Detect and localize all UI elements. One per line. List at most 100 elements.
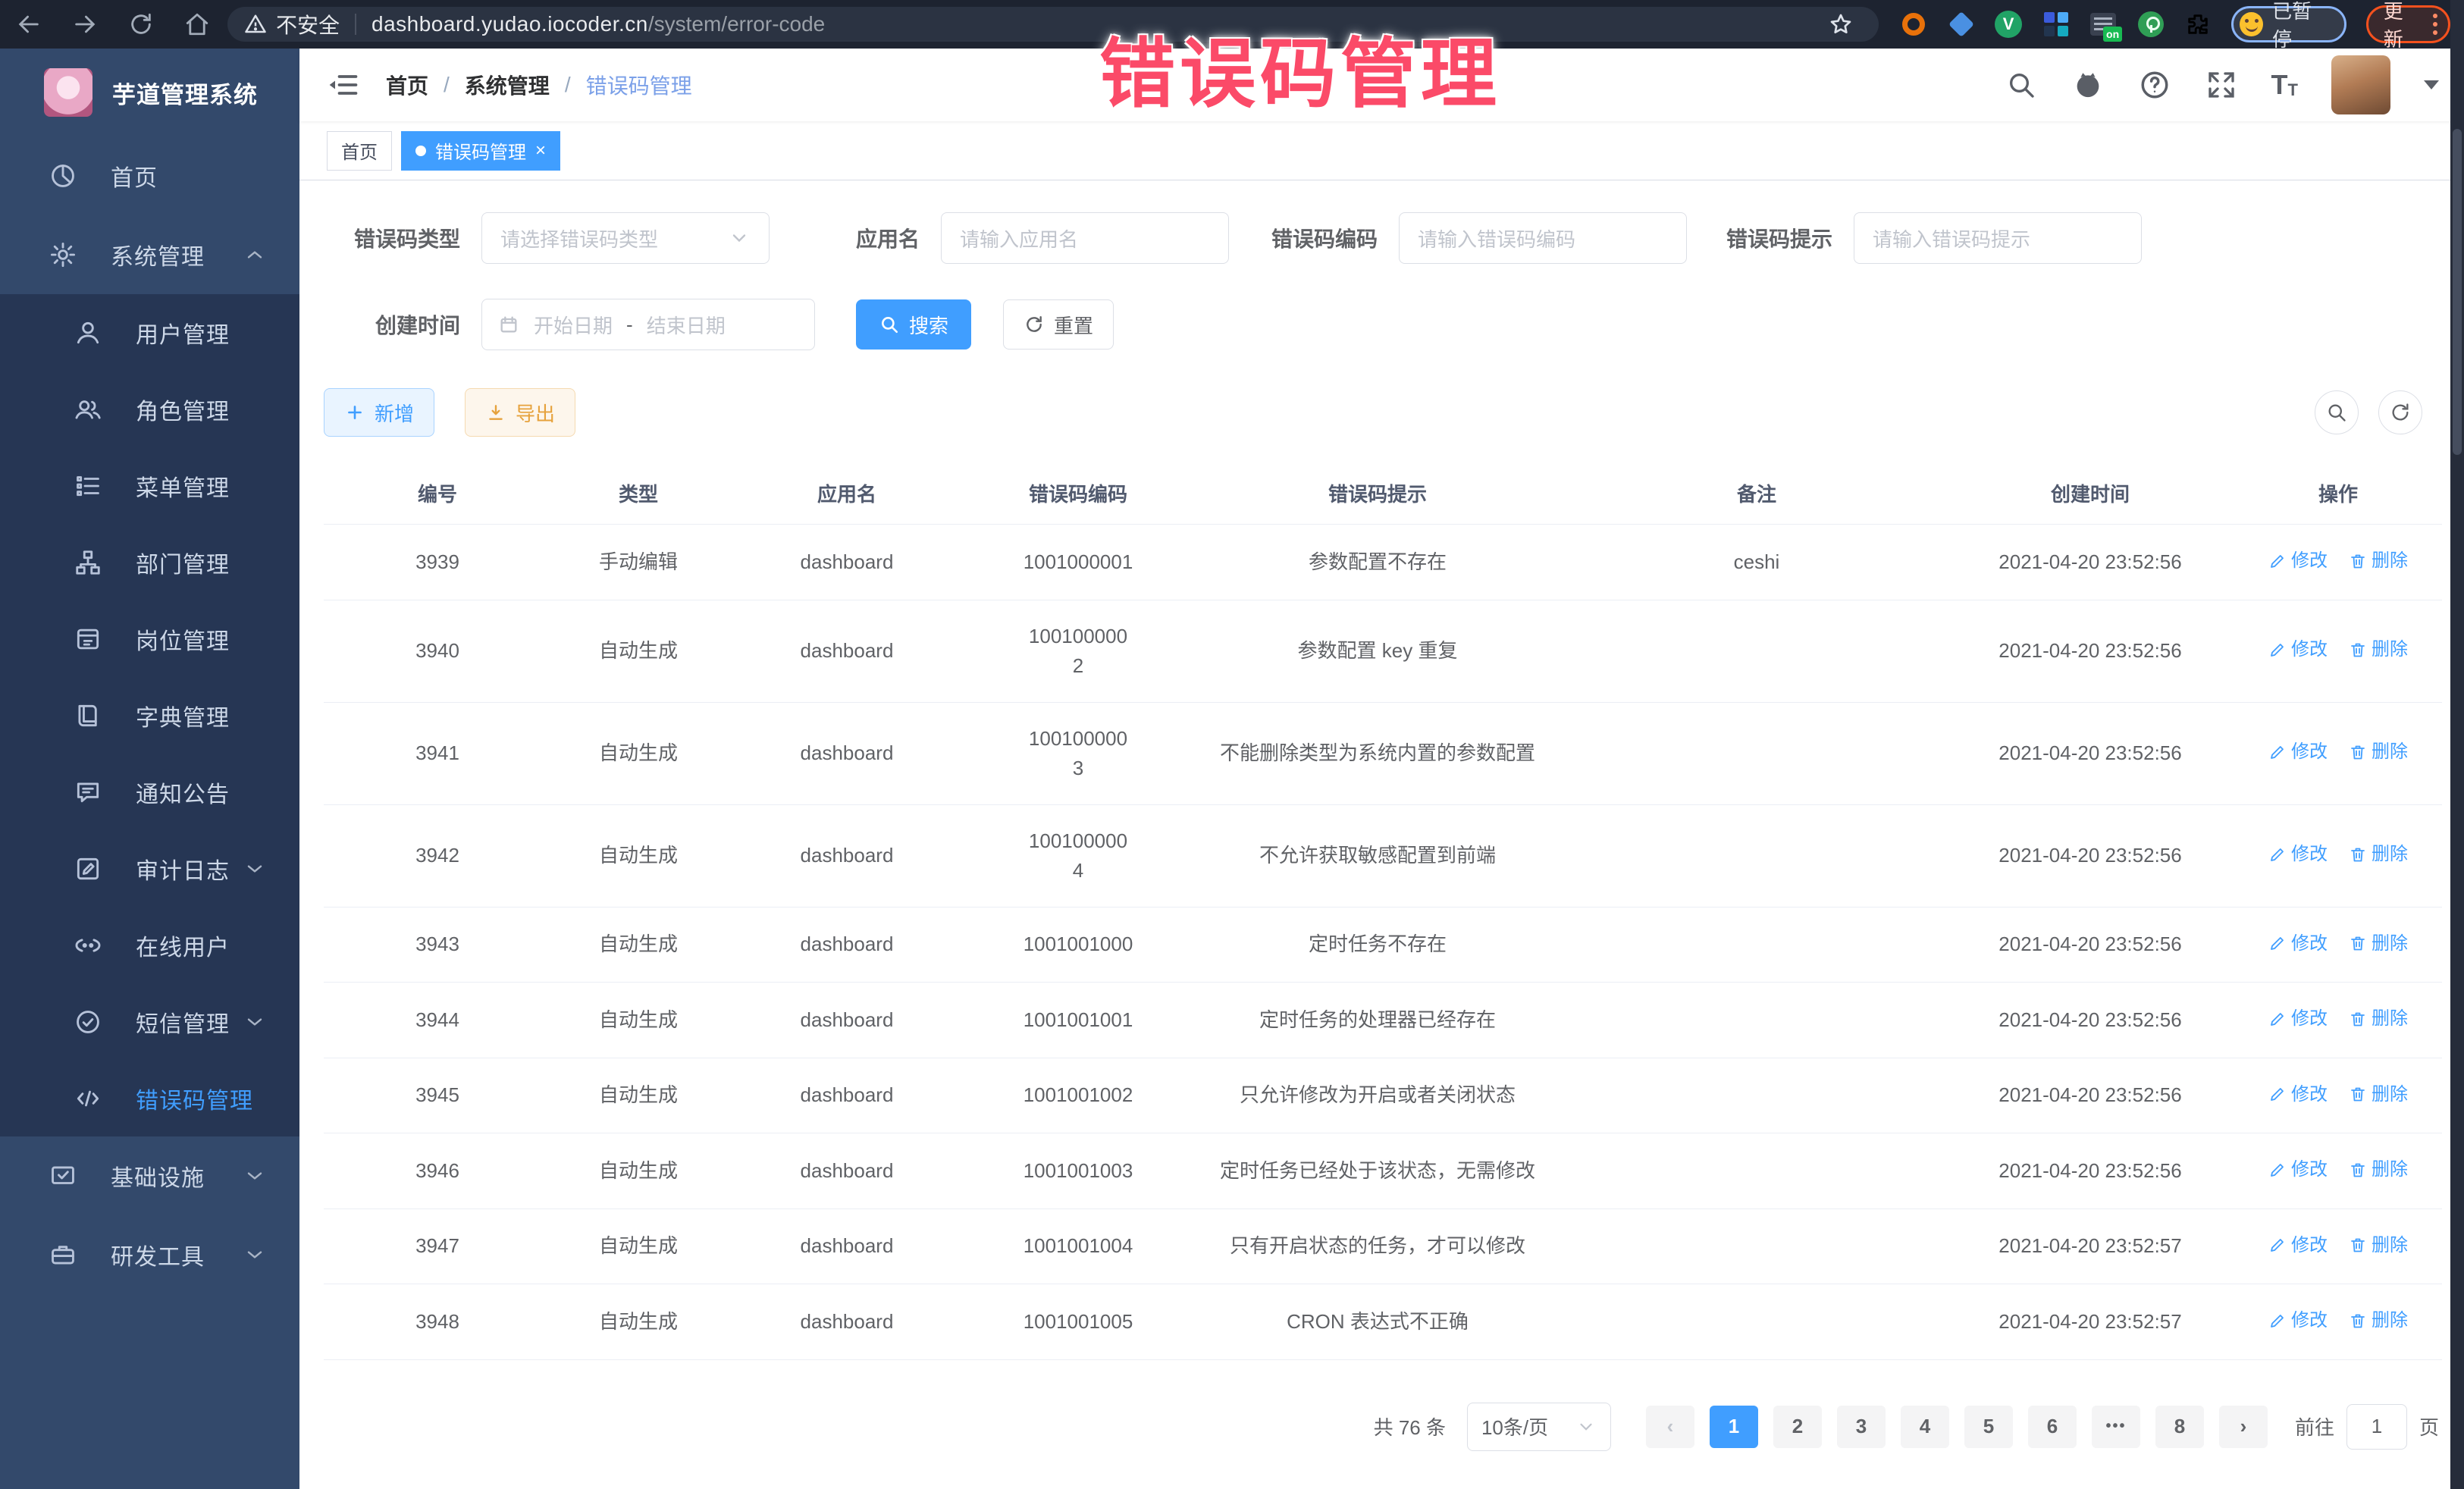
error-hint-input[interactable]: 请输入错误码提示 (1854, 212, 2142, 264)
app-name-input[interactable]: 请输入应用名 (941, 212, 1229, 264)
date-range-picker[interactable]: 开始日期 - 结束日期 (481, 299, 815, 350)
page-button-3[interactable]: 3 (1837, 1406, 1886, 1448)
add-button[interactable]: 新增 (324, 388, 434, 437)
sidebar-item-infrastructure[interactable]: 基础设施 (0, 1136, 299, 1215)
delete-link[interactable]: 删除 (2349, 1004, 2408, 1033)
github-icon[interactable] (2071, 68, 2105, 102)
sidebar-item-notice-announcement[interactable]: 通知公告 (0, 754, 299, 830)
sidebar-collapse-icon[interactable] (327, 68, 360, 102)
profile-paused-badge[interactable]: 已暂停 (2231, 6, 2346, 42)
page-button-8[interactable]: 8 (2155, 1406, 2204, 1448)
browser-reload-icon[interactable] (126, 9, 156, 39)
error-type-select[interactable]: 请选择错误码类型 (481, 212, 770, 264)
edit-link[interactable]: 修改 (2268, 546, 2328, 575)
sidebar-item-dict-management[interactable]: 字典管理 (0, 677, 299, 754)
trash-icon (2349, 1312, 2367, 1330)
sidebar-item-dev-tools[interactable]: 研发工具 (0, 1215, 299, 1294)
show-search-toggle-button[interactable] (2315, 390, 2359, 434)
sidebar-item-label: 审计日志 (136, 852, 230, 886)
edit-link[interactable]: 修改 (2268, 635, 2328, 664)
browser-scrollbar[interactable] (2450, 0, 2464, 1489)
user-avatar[interactable] (2331, 55, 2390, 114)
sidebar-item-audit-log[interactable]: 审计日志 (0, 830, 299, 907)
col-type: 类型 (551, 462, 726, 525)
address-bar[interactable]: 不安全 dashboard.yudao.iocoder.cn/system/er… (227, 7, 1879, 42)
refresh-table-button[interactable] (2378, 390, 2422, 434)
tab-error-code-management[interactable]: 错误码管理 × (401, 131, 560, 171)
avatar-caret-icon[interactable] (2424, 80, 2439, 89)
edit-link[interactable]: 修改 (2268, 1004, 2328, 1033)
browser-update-button[interactable]: 更新 (2366, 5, 2450, 43)
cell-code: 1001000003 (968, 702, 1188, 804)
extension-on-switch-icon[interactable]: on (2089, 10, 2118, 39)
sidebar-item-dept-management[interactable]: 部门管理 (0, 524, 299, 600)
delete-link[interactable]: 删除 (2349, 1306, 2408, 1335)
page-button-2[interactable]: 2 (1773, 1406, 1822, 1448)
sidebar-item-home[interactable]: 首页 (0, 136, 299, 215)
edit-link[interactable]: 修改 (2268, 839, 2328, 869)
page-button-4[interactable]: 4 (1901, 1406, 1949, 1448)
paused-label: 已暂停 (2272, 0, 2329, 52)
bookmark-star-icon[interactable] (1829, 12, 1853, 36)
help-icon[interactable] (2138, 68, 2171, 102)
extension-key-icon[interactable] (2136, 10, 2165, 39)
edit-link[interactable]: 修改 (2268, 1080, 2328, 1109)
delete-link[interactable]: 删除 (2349, 1080, 2408, 1109)
export-button[interactable]: 导出 (465, 388, 575, 437)
breadcrumb-home[interactable]: 首页 (386, 70, 428, 100)
page-button-1[interactable]: 1 (1710, 1406, 1758, 1448)
sidebar-item-label: 首页 (111, 159, 158, 193)
delete-link[interactable]: 删除 (2349, 546, 2408, 575)
sidebar-item-error-code-management[interactable]: 错误码管理 (0, 1060, 299, 1136)
browser-home-icon[interactable] (182, 9, 212, 39)
prev-page-button[interactable]: ‹ (1646, 1406, 1694, 1448)
goto-label: 前往 (2295, 1412, 2334, 1440)
page-button-5[interactable]: 5 (1964, 1406, 2013, 1448)
edit-link[interactable]: 修改 (2268, 737, 2328, 766)
table-row: 3948自动生成dashboard1001001005CRON 表达式不正确20… (324, 1284, 2442, 1360)
sidebar-item-post-management[interactable]: 岗位管理 (0, 600, 299, 677)
fullscreen-icon[interactable] (2205, 68, 2238, 102)
delete-link[interactable]: 删除 (2349, 1155, 2408, 1184)
reset-button[interactable]: 重置 (1003, 299, 1114, 350)
delete-link[interactable]: 删除 (2349, 737, 2408, 766)
search-button[interactable]: 搜索 (856, 299, 971, 350)
delete-link[interactable]: 删除 (2349, 839, 2408, 869)
edit-link[interactable]: 修改 (2268, 1306, 2328, 1335)
breadcrumb-system[interactable]: 系统管理 (465, 70, 550, 100)
sidebar-item-user-management[interactable]: 用户管理 (0, 294, 299, 371)
page-size-select[interactable]: 10条/页 (1467, 1403, 1611, 1451)
browser-back-icon[interactable] (14, 9, 44, 39)
extension-gem-icon[interactable] (1947, 10, 1975, 39)
edit-link[interactable]: 修改 (2268, 929, 2328, 958)
sidebar-item-sms-management[interactable]: 短信管理 (0, 983, 299, 1060)
sidebar-item-system-management[interactable]: 系统管理 (0, 215, 299, 294)
extensions-puzzle-icon[interactable] (2184, 10, 2212, 39)
delete-link[interactable]: 删除 (2349, 929, 2408, 958)
extension-v-icon[interactable]: V (1995, 10, 2023, 39)
logo-avatar-image (44, 68, 92, 117)
header-search-icon[interactable] (2005, 68, 2038, 102)
extension-orange-icon[interactable] (1900, 10, 1928, 39)
megaphone-icon (72, 776, 104, 808)
more-pages-button[interactable]: ••• (2092, 1406, 2140, 1448)
extension-grid-icon[interactable] (2042, 10, 2070, 39)
goto-page-input[interactable] (2346, 1404, 2407, 1450)
scrollbar-thumb[interactable] (2453, 129, 2462, 455)
tab-close-icon[interactable]: × (535, 142, 546, 160)
tab-home[interactable]: 首页 (327, 131, 392, 171)
sidebar-item-online-users[interactable]: 在线用户 (0, 907, 299, 983)
next-page-button[interactable]: › (2219, 1406, 2268, 1448)
delete-link[interactable]: 删除 (2349, 635, 2408, 664)
browser-forward-icon[interactable] (70, 9, 100, 39)
sidebar-item-role-management[interactable]: 角色管理 (0, 371, 299, 447)
browser-menu-kebab-icon[interactable] (2433, 14, 2437, 35)
page-button-6[interactable]: 6 (2028, 1406, 2077, 1448)
edit-link[interactable]: 修改 (2268, 1155, 2328, 1184)
edit-link[interactable]: 修改 (2268, 1230, 2328, 1260)
error-code-input[interactable]: 请输入错误码编码 (1399, 212, 1687, 264)
delete-link[interactable]: 删除 (2349, 1230, 2408, 1260)
font-size-icon[interactable]: TT (2271, 71, 2298, 99)
sidebar-item-menu-management[interactable]: 菜单管理 (0, 447, 299, 524)
cell-created: 2021-04-20 23:52:56 (1946, 804, 2234, 907)
